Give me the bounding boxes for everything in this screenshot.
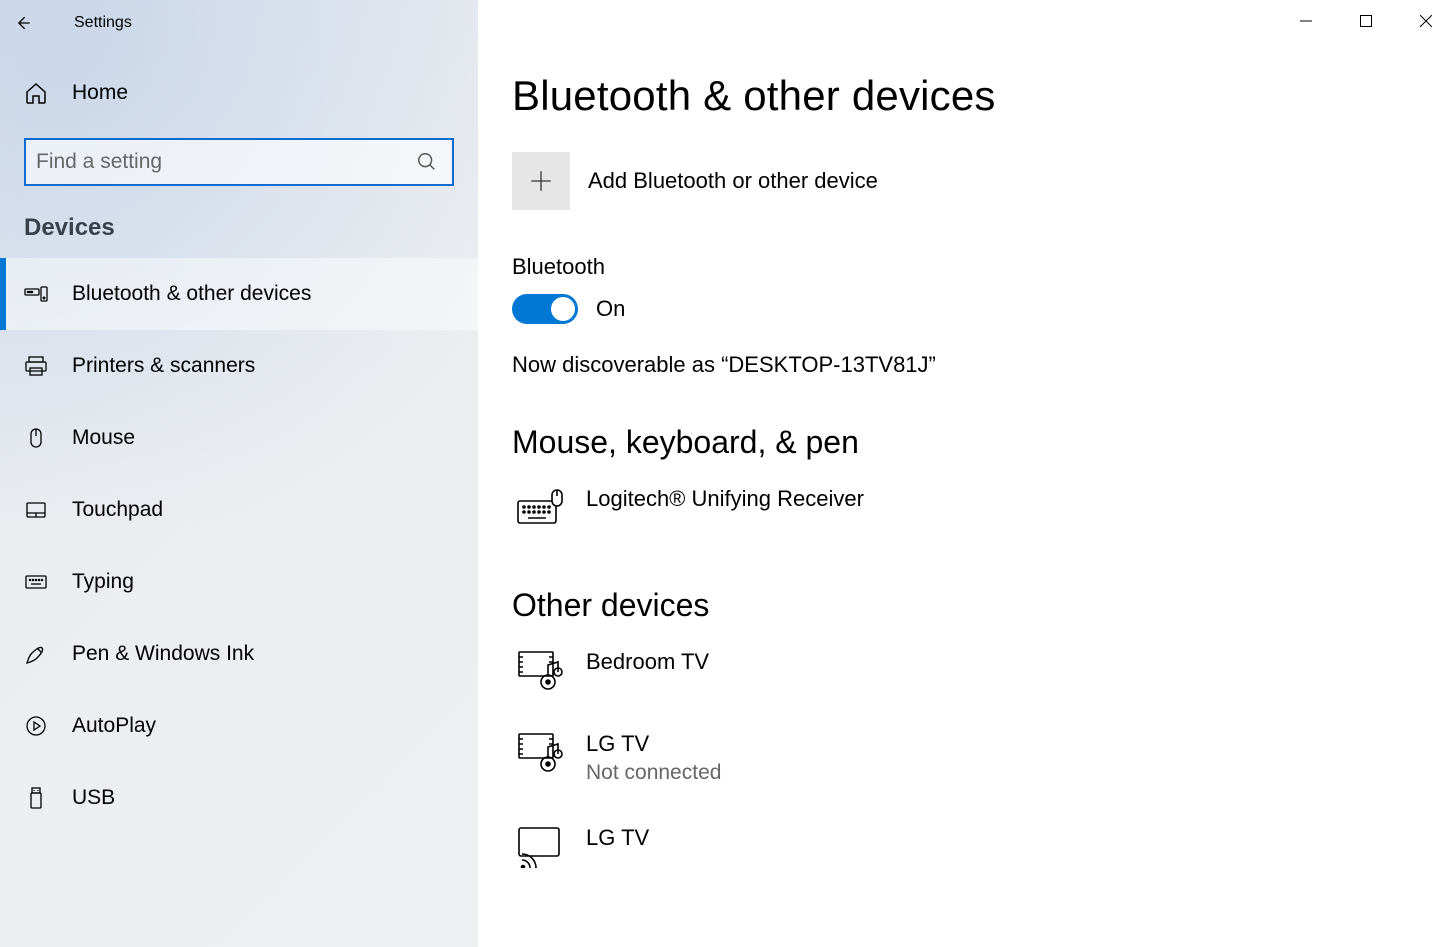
sidebar-item-touchpad[interactable]: Touchpad xyxy=(0,474,478,546)
device-status: Not connected xyxy=(586,759,721,786)
close-button[interactable] xyxy=(1396,0,1456,42)
bluetooth-toggle-state: On xyxy=(596,296,625,322)
window-controls xyxy=(1276,0,1456,42)
bluetooth-label: Bluetooth xyxy=(512,254,1456,280)
discoverable-text: Now discoverable as “DESKTOP-13TV81J” xyxy=(512,352,1456,378)
pen-icon xyxy=(24,642,48,666)
minimize-icon xyxy=(1300,15,1312,27)
sidebar-item-label: Typing xyxy=(72,570,134,594)
section-heading-mkp: Mouse, keyboard, & pen xyxy=(512,424,1456,461)
sidebar: Home Devices Bluetooth & other devices P… xyxy=(0,0,478,947)
section-heading-other: Other devices xyxy=(512,587,1456,624)
sidebar-item-typing[interactable]: Typing xyxy=(0,546,478,618)
sidebar-item-label: Mouse xyxy=(72,426,135,450)
add-device-label: Add Bluetooth or other device xyxy=(588,168,878,194)
sidebar-item-pen[interactable]: Pen & Windows Ink xyxy=(0,618,478,690)
sidebar-item-printers[interactable]: Printers & scanners xyxy=(0,330,478,402)
sidebar-item-autoplay[interactable]: AutoPlay xyxy=(0,690,478,762)
device-item[interactable]: LG TV Not connected xyxy=(512,722,1456,816)
device-name: LG TV xyxy=(586,730,721,759)
back-arrow-icon xyxy=(13,13,33,33)
close-icon xyxy=(1420,15,1432,27)
sidebar-home-label: Home xyxy=(72,81,128,105)
device-item[interactable]: LG TV xyxy=(512,816,1456,868)
usb-icon xyxy=(24,786,48,810)
search-box[interactable] xyxy=(24,138,454,186)
sidebar-item-label: Pen & Windows Ink xyxy=(72,642,254,666)
home-icon xyxy=(24,81,48,105)
devices-icon xyxy=(24,282,48,306)
sidebar-item-label: Touchpad xyxy=(72,498,163,522)
device-name: LG TV xyxy=(586,824,649,853)
sidebar-item-mouse[interactable]: Mouse xyxy=(0,402,478,474)
titlebar: Settings xyxy=(0,0,1456,46)
add-icon-box xyxy=(512,152,570,210)
sidebar-home[interactable]: Home xyxy=(0,60,478,126)
search-icon xyxy=(416,151,438,173)
device-item[interactable]: Logitech® Unifying Receiver xyxy=(512,477,1456,559)
sidebar-item-usb[interactable]: USB xyxy=(0,762,478,834)
keyboard-mouse-icon xyxy=(516,485,564,529)
sidebar-item-label: Bluetooth & other devices xyxy=(72,282,311,306)
printer-icon xyxy=(24,354,48,378)
toggle-knob xyxy=(551,297,575,321)
sidebar-item-bluetooth[interactable]: Bluetooth & other devices xyxy=(0,258,478,330)
sidebar-item-label: Printers & scanners xyxy=(72,354,255,378)
maximize-button[interactable] xyxy=(1336,0,1396,42)
media-device-icon xyxy=(516,648,564,692)
search-input[interactable] xyxy=(36,150,408,174)
device-item[interactable]: Bedroom TV xyxy=(512,640,1456,722)
bluetooth-toggle[interactable] xyxy=(512,294,578,324)
main-content: Bluetooth & other devices Add Bluetooth … xyxy=(478,0,1456,947)
cast-device-icon xyxy=(516,824,564,868)
keyboard-icon xyxy=(24,570,48,594)
media-device-icon xyxy=(516,730,564,774)
sidebar-item-label: AutoPlay xyxy=(72,714,156,738)
page-title: Bluetooth & other devices xyxy=(512,72,1456,120)
back-button[interactable] xyxy=(0,0,46,46)
plus-icon xyxy=(528,168,554,194)
mouse-icon xyxy=(24,426,48,450)
minimize-button[interactable] xyxy=(1276,0,1336,42)
autoplay-icon xyxy=(24,714,48,738)
add-device-button[interactable]: Add Bluetooth or other device xyxy=(512,152,1456,210)
window-title: Settings xyxy=(74,14,132,32)
sidebar-item-label: USB xyxy=(72,786,115,810)
device-name: Bedroom TV xyxy=(586,648,709,677)
sidebar-section-label: Devices xyxy=(0,204,478,258)
device-name: Logitech® Unifying Receiver xyxy=(586,485,864,514)
maximize-icon xyxy=(1360,15,1372,27)
touchpad-icon xyxy=(24,498,48,522)
